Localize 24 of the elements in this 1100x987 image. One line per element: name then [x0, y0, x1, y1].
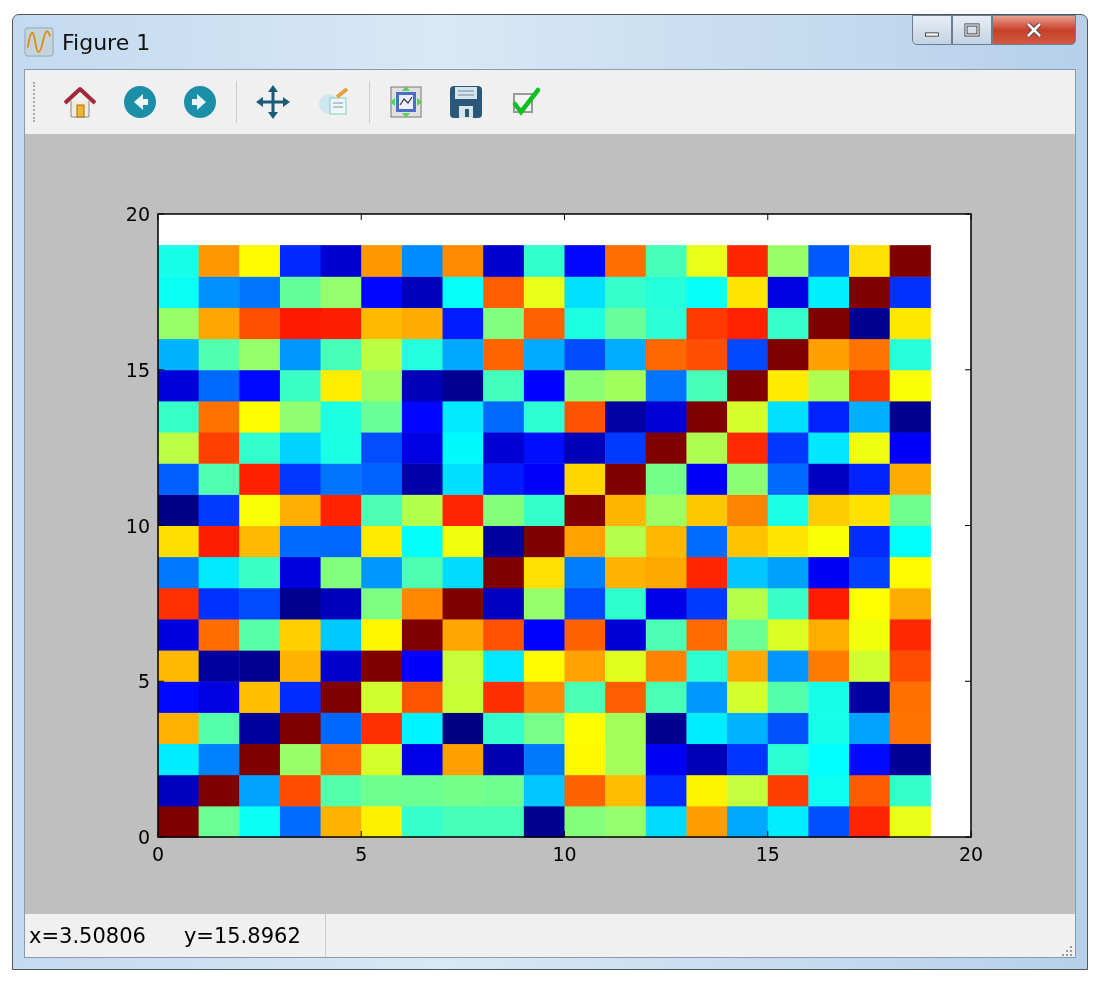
x-tick-label: 5: [355, 843, 368, 865]
close-button[interactable]: [992, 15, 1076, 45]
resize-grip: [1059, 943, 1073, 957]
minimize-button[interactable]: [912, 15, 952, 45]
y-tick-label: 15: [125, 358, 150, 381]
y-tick-label: 0: [137, 826, 150, 848]
maximize-button[interactable]: [952, 15, 992, 45]
home-icon: [62, 84, 98, 120]
y-coordinate: y=15.8962: [183, 923, 301, 948]
x-tick-label: 10: [552, 843, 577, 865]
app-icon: [24, 27, 54, 57]
y-tick-label: 10: [125, 514, 150, 537]
move-arrows-icon: [255, 84, 291, 120]
y-tick-label: 20: [125, 203, 150, 225]
minimize-icon: [925, 31, 939, 37]
y-tick-label: 5: [137, 670, 150, 693]
close-icon: [1024, 22, 1044, 38]
window-title: Figure 1: [62, 29, 151, 55]
x-tick-label: 20: [958, 843, 984, 865]
x-tick-label: 0: [151, 843, 165, 865]
x-coordinate: x=3.50806: [29, 923, 146, 948]
toolbar-grip: [33, 82, 38, 122]
x-tick-label: 15: [755, 843, 780, 865]
maximize-icon: [964, 23, 980, 37]
